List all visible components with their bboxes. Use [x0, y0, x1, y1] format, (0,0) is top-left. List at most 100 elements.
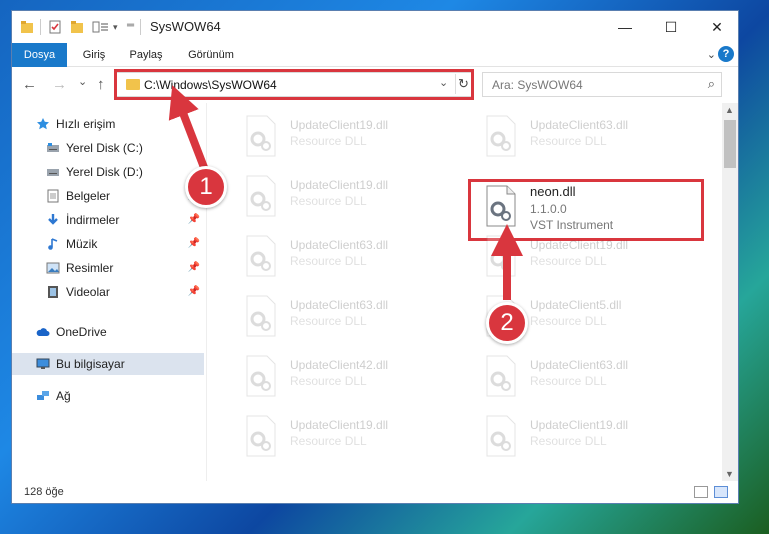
- maximize-icon: ☐: [664, 19, 678, 35]
- minimize-button[interactable]: —: [602, 11, 648, 43]
- file-name: UpdateClient63.dll: [290, 238, 389, 252]
- file-name: UpdateClient63.dll: [530, 358, 629, 372]
- dll-file-icon: [486, 415, 516, 457]
- dll-file-icon: [246, 175, 276, 217]
- file-name: UpdateClient19.dll: [530, 238, 629, 252]
- item-count: 128 öğe: [24, 486, 64, 498]
- step-badge-1: 1: [185, 166, 227, 208]
- window-title: SysWOW64: [150, 19, 221, 34]
- file-description: Resource DLL: [530, 314, 607, 328]
- help-icon[interactable]: ?: [718, 46, 734, 62]
- tab-share[interactable]: Paylaş: [122, 43, 170, 67]
- sidebar-item-label: Hızlı erişim: [56, 117, 116, 131]
- back-button[interactable]: ←: [22, 76, 37, 93]
- sidebar-item-music[interactable]: Müzik 📌: [12, 233, 204, 255]
- up-button[interactable]: ↑: [97, 76, 105, 93]
- close-button[interactable]: ✕: [694, 11, 738, 43]
- search-box[interactable]: Ara: SysWOW64 ⌕: [482, 72, 722, 97]
- sidebar-item-documents[interactable]: Belgeler 📌: [12, 185, 204, 207]
- search-input[interactable]: Ara: SysWOW64: [492, 78, 583, 92]
- explorer-window: ▾ ═ SysWOW64 — ☐ ✕ Dosya Giriş Paylaş Gö…: [11, 10, 739, 504]
- navigation-pane: Hızlı erişim Yerel Disk (C:) Yerel Disk …: [12, 103, 207, 481]
- tab-file[interactable]: Dosya: [12, 43, 67, 67]
- sidebar-item-network[interactable]: Ağ: [12, 385, 204, 407]
- file-item[interactable]: UpdateClient63.dll Resource DLL: [230, 291, 460, 345]
- maximize-button[interactable]: ☐: [648, 11, 694, 43]
- music-icon: [48, 238, 58, 250]
- new-folder-icon[interactable]: [70, 19, 84, 35]
- navigation-bar: ← → ⌄ ↑ C:\Windows\SysWOW64 ⌄ ↻ Ara: Sys…: [12, 67, 738, 103]
- pane-splitter[interactable]: [206, 103, 207, 481]
- sidebar-item-label: OneDrive: [56, 325, 107, 339]
- properties-icon[interactable]: [48, 19, 62, 35]
- separator: [140, 19, 141, 35]
- network-icon: [37, 391, 49, 400]
- vertical-scrollbar[interactable]: ▲ ▼: [722, 103, 738, 481]
- file-item[interactable]: UpdateClient19.dll Resource DLL: [470, 231, 700, 285]
- sidebar-item-label: Belgeler: [66, 189, 111, 203]
- file-name: UpdateClient63.dll: [290, 298, 389, 312]
- file-description: Resource DLL: [290, 314, 367, 328]
- expand-ribbon-icon[interactable]: ⌄: [707, 48, 716, 61]
- dll-file-icon: [486, 115, 516, 157]
- sidebar-item-label: Yerel Disk (C:): [66, 141, 143, 155]
- quick-access-dropdown-icon[interactable]: ▾: [113, 22, 118, 38]
- file-description: Resource DLL: [530, 374, 607, 388]
- dll-file-icon: [246, 115, 276, 157]
- dll-file-icon: [486, 355, 516, 397]
- separator: [40, 19, 41, 35]
- ribbon-tabs: Dosya Giriş Paylaş Görünüm ⌄ ?: [12, 43, 738, 67]
- forward-button[interactable]: →: [52, 76, 67, 93]
- step-badge-2: 2: [486, 302, 528, 344]
- pin-icon[interactable]: 📌: [188, 214, 200, 225]
- sidebar-item-label: İndirmeler: [66, 213, 120, 227]
- tab-view[interactable]: Görünüm: [182, 43, 240, 67]
- sidebar-item-onedrive[interactable]: OneDrive: [12, 321, 204, 343]
- search-icon: ⌕: [707, 76, 715, 91]
- sidebar-item-quick-access[interactable]: Hızlı erişim: [12, 113, 204, 135]
- file-item[interactable]: UpdateClient19.dll Resource DLL: [230, 171, 460, 225]
- rename-icon[interactable]: [92, 19, 110, 35]
- sidebar-item-pictures[interactable]: Resimler 📌: [12, 257, 204, 279]
- sidebar-item-label: Yerel Disk (D:): [66, 165, 143, 179]
- file-item[interactable]: UpdateClient19.dll Resource DLL: [230, 111, 460, 165]
- details-view-icon[interactable]: [694, 486, 708, 498]
- file-item[interactable]: UpdateClient63.dll Resource DLL: [470, 351, 700, 405]
- pin-icon[interactable]: 📌: [188, 238, 200, 249]
- file-description: Resource DLL: [530, 134, 607, 148]
- scroll-down-icon[interactable]: ▼: [725, 469, 734, 479]
- document-icon: [47, 189, 59, 203]
- recent-locations-button[interactable]: ⌄: [78, 75, 87, 88]
- file-item[interactable]: UpdateClient19.dll Resource DLL: [470, 411, 700, 465]
- title-bar: ▾ ═ SysWOW64 — ☐ ✕: [12, 11, 738, 43]
- file-name: UpdateClient19.dll: [290, 118, 389, 132]
- file-name: UpdateClient19.dll: [290, 178, 389, 192]
- file-description: Resource DLL: [530, 434, 607, 448]
- sidebar-item-disk-d[interactable]: Yerel Disk (D:): [12, 161, 204, 183]
- sidebar-item-label: Müzik: [66, 237, 98, 251]
- scroll-thumb[interactable]: [724, 120, 736, 168]
- dll-file-icon: [486, 235, 516, 277]
- tiles-view-icon[interactable]: [714, 486, 728, 498]
- pin-icon[interactable]: 📌: [188, 262, 200, 273]
- file-description: Resource DLL: [290, 134, 367, 148]
- pin-icon[interactable]: 📌: [188, 286, 200, 297]
- file-list: UpdateClient19.dll Resource DLL UpdateCl…: [208, 103, 722, 481]
- star-icon: [37, 118, 49, 130]
- sidebar-item-label: Bu bilgisayar: [56, 357, 125, 371]
- customize-toolbar-icon[interactable]: ═: [127, 20, 134, 36]
- file-item[interactable]: UpdateClient63.dll Resource DLL: [470, 111, 700, 165]
- sidebar-item-videos[interactable]: Videolar 📌: [12, 281, 204, 303]
- tab-home[interactable]: Giriş: [74, 43, 114, 67]
- sidebar-item-label: Videolar: [66, 285, 110, 299]
- dll-file-icon: [246, 415, 276, 457]
- sidebar-item-downloads[interactable]: İndirmeler 📌: [12, 209, 204, 231]
- file-item[interactable]: UpdateClient42.dll Resource DLL: [230, 351, 460, 405]
- sidebar-item-this-pc[interactable]: Bu bilgisayar: [12, 353, 204, 375]
- file-description: Resource DLL: [290, 374, 367, 388]
- sidebar-item-label: Resimler: [66, 261, 114, 275]
- sidebar-item-disk-c[interactable]: Yerel Disk (C:): [12, 137, 204, 159]
- scroll-up-icon[interactable]: ▲: [725, 105, 734, 115]
- file-item[interactable]: UpdateClient63.dll Resource DLL: [230, 231, 460, 285]
- file-item[interactable]: UpdateClient19.dll Resource DLL: [230, 411, 460, 465]
